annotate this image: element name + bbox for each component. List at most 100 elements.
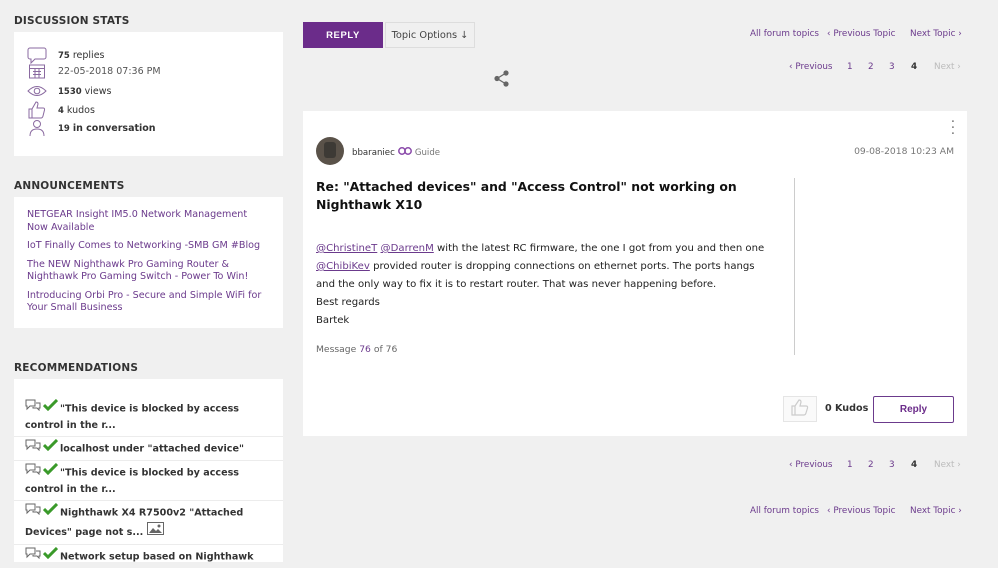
chevron-left-icon: ‹: [789, 62, 793, 72]
discussion-stats-heading: DISCUSSION STATS: [14, 15, 130, 27]
pager-page-3[interactable]: 3: [889, 460, 895, 470]
author-name[interactable]: bbaraniec: [352, 148, 395, 158]
person-icon: [26, 119, 48, 137]
pager-previous[interactable]: ‹ Previous: [789, 62, 833, 72]
chat-bubbles-icon: [25, 547, 41, 566]
chat-bubbles-icon: [25, 399, 41, 418]
kudo-button[interactable]: [783, 396, 817, 422]
message-time: 10:23 AM: [910, 146, 954, 157]
pager-next: Next ›: [934, 62, 961, 72]
message-reply-button[interactable]: Reply: [873, 396, 954, 423]
announcements-heading: ANNOUNCEMENTS: [14, 180, 125, 192]
discussion-stats-panel: 75 replies 22-05-2018 07:36 PM 1530 views …: [14, 32, 283, 156]
arrow-down-icon: ↓: [460, 29, 469, 41]
all-forum-topics-link[interactable]: All forum topics: [750, 506, 819, 516]
announcement-link[interactable]: IoT Finally Comes to Networking -SMB GM …: [27, 240, 270, 253]
recommendation-title: localhost under "attached device": [60, 443, 244, 455]
closing-text: Best regards: [316, 297, 380, 308]
announcement-link[interactable]: The NEW Nighthawk Pro Gaming Router & Ni…: [27, 259, 270, 284]
next-topic-link[interactable]: Next Topic ›: [910, 506, 962, 516]
previous-topic-label: Previous Topic: [833, 29, 896, 39]
avatar[interactable]: [316, 137, 344, 165]
reply-button[interactable]: REPLY: [303, 22, 383, 48]
next-topic-label: Next Topic: [910, 29, 956, 39]
topic-date: 22-05-2018 07:36 PM: [58, 65, 161, 77]
pager-previous[interactable]: ‹ Previous: [789, 460, 833, 470]
chevron-right-icon: ›: [958, 506, 962, 516]
pager-page-1[interactable]: 1: [847, 460, 853, 470]
chat-bubbles-icon: [25, 503, 41, 522]
checkmark-icon: [42, 462, 59, 482]
previous-topic-link[interactable]: ‹ Previous Topic: [827, 506, 895, 516]
checkmark-icon: [42, 503, 59, 522]
next-topic-link[interactable]: Next Topic ›: [910, 29, 962, 39]
conversation-stat: 19 in conversation: [26, 119, 156, 137]
recommendation-title: Network setup based on Nighthawk X10: [25, 550, 254, 568]
share-icon[interactable]: [493, 70, 510, 91]
chevron-right-icon: ›: [957, 460, 961, 470]
message-timestamp: 09-08-2018 10:23 AM: [854, 146, 954, 157]
rank-icon: [397, 146, 412, 159]
announcement-link[interactable]: NETGEAR Insight IM5.0 Network Management…: [27, 209, 270, 234]
topic-options-dropdown[interactable]: Topic Options ↓: [385, 22, 475, 48]
signature-text: Bartek: [316, 315, 350, 326]
message-body: @ChristineT @DarrenM with the latest RC …: [316, 240, 776, 330]
pager-page-2[interactable]: 2: [868, 62, 874, 72]
announcement-link[interactable]: Introducing Orbi Pro - Secure and Simple…: [27, 290, 270, 315]
announcements-panel: NETGEAR Insight IM5.0 Network Management…: [14, 197, 283, 328]
pager-page-4: 4: [911, 62, 918, 72]
topic-options-label: Topic Options: [391, 29, 458, 41]
pager-page-3[interactable]: 3: [889, 62, 895, 72]
message-card: · · · bbaraniec Guide 09-08-2018 10:23 AM …: [303, 111, 967, 436]
views-stat: 1530 views: [26, 82, 112, 100]
kudos-label: kudos: [66, 104, 95, 116]
conversation-count: 19: [58, 123, 70, 134]
next-topic-label: Next Topic: [910, 506, 956, 516]
date-stat: 22-05-2018 07:36 PM: [26, 62, 161, 80]
recommendation-item[interactable]: Network setup based on Nighthawk X10: [14, 545, 283, 568]
pager-previous-label: Previous: [795, 62, 833, 72]
message-title: Re: "Attached devices" and "Access Contr…: [316, 179, 737, 212]
calendar-icon: [26, 62, 48, 80]
chevron-right-icon: ›: [958, 29, 962, 39]
chevron-left-icon: ‹: [827, 506, 831, 516]
mention-link[interactable]: @ChristineT: [316, 243, 377, 254]
mention-link[interactable]: @DarrenM: [381, 243, 434, 254]
previous-topic-link[interactable]: ‹ Previous Topic: [827, 29, 895, 39]
mention-link[interactable]: @ChibiKev: [316, 261, 370, 272]
pager-next: Next ›: [934, 460, 961, 470]
chevron-left-icon: ‹: [789, 460, 793, 470]
pager-next-label: Next: [934, 62, 955, 72]
more-options-icon[interactable]: · · ·: [951, 116, 955, 141]
views-label: views: [84, 85, 112, 97]
pager-page-4: 4: [911, 460, 918, 470]
recommendation-item[interactable]: Nighthawk X4 R7500v2 "Attached Devices" …: [14, 501, 283, 545]
replies-label: replies: [72, 49, 105, 61]
pager-page-2[interactable]: 2: [868, 460, 874, 470]
checkmark-icon: [42, 546, 59, 566]
kudos-count: 4: [58, 105, 64, 116]
recommendation-item[interactable]: "This device is blocked by access contro…: [14, 461, 283, 502]
chevron-right-icon: ›: [957, 62, 961, 72]
pager-page-1[interactable]: 1: [847, 62, 853, 72]
message-count-total: of 76: [373, 344, 398, 355]
divider: [794, 178, 795, 355]
body-text: provided router is dropping connections …: [316, 261, 755, 290]
author-rank: Guide: [414, 147, 441, 158]
previous-topic-label: Previous Topic: [833, 506, 896, 516]
chevron-left-icon: ‹: [827, 29, 831, 39]
message-number[interactable]: 76: [359, 344, 371, 355]
pager-previous-label: Previous: [795, 460, 833, 470]
chat-bubbles-icon: [25, 439, 41, 458]
kudos-stat: 4 kudos: [26, 101, 95, 119]
message-date: 09-08-2018: [854, 146, 908, 157]
recommendations-panel: "This device is blocked by access contro…: [14, 379, 283, 568]
pager-next-label: Next: [934, 460, 955, 470]
checkmark-icon: [42, 439, 59, 458]
all-forum-topics-link[interactable]: All forum topics: [750, 29, 819, 39]
replies-count: 75: [58, 50, 70, 61]
views-count: 1530: [58, 86, 82, 97]
recommendation-item[interactable]: localhost under "attached device": [14, 437, 283, 461]
thumbs-up-icon: [26, 101, 48, 119]
recommendation-item[interactable]: "This device is blocked by access contro…: [14, 397, 283, 438]
